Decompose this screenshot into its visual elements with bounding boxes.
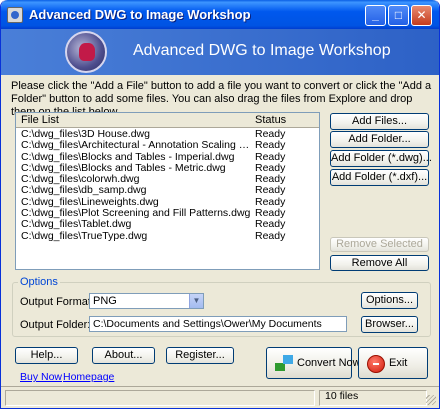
resize-grip-icon[interactable] xyxy=(426,395,436,405)
status-panel-main xyxy=(5,390,315,406)
remove-selected-button[interactable]: Remove Selected xyxy=(330,237,429,252)
file-list[interactable]: File List Status C:\dwg_files\3D House.d… xyxy=(15,112,320,270)
app-icon xyxy=(7,7,23,23)
buy-now-link[interactable]: Buy Now xyxy=(20,371,62,383)
list-row[interactable]: C:\dwg_files\Tablet.dwg Ready xyxy=(16,218,319,231)
options-button[interactable]: Options... xyxy=(361,292,418,309)
maximize-button[interactable]: □ xyxy=(388,5,409,26)
file-path: C:\dwg_files\Tablet.dwg xyxy=(21,219,132,231)
chevron-down-icon[interactable]: ▼ xyxy=(189,294,203,308)
file-path: C:\dwg_files\colorwh.dwg xyxy=(21,174,140,186)
column-header-file-list[interactable]: File List xyxy=(21,114,59,126)
window-title: Advanced DWG to Image Workshop xyxy=(29,7,251,22)
list-body: C:\dwg_files\3D House.dwg Ready C:\dwg_fi… xyxy=(16,128,319,242)
file-count: 10 files xyxy=(325,390,359,402)
exit-label: Exit xyxy=(389,357,408,369)
exit-icon xyxy=(367,355,385,373)
add-files-button[interactable]: Add Files... xyxy=(330,113,429,130)
ink-bottle-icon xyxy=(65,31,107,73)
list-header: File List Status xyxy=(16,113,319,128)
list-row[interactable]: C:\dwg_files\TrueType.dwg Ready xyxy=(16,229,319,242)
file-path: C:\dwg_files\Plot Screening and Fill Pat… xyxy=(21,208,251,220)
output-folder-field[interactable]: C:\Documents and Settings\Ower\My Docume… xyxy=(89,316,347,332)
output-folder-label: Output Folder: xyxy=(20,319,91,331)
file-path: C:\dwg_files\Blocks and Tables - Metric.… xyxy=(21,162,226,174)
file-path: C:\dwg_files\Lineweights.dwg xyxy=(21,196,159,208)
close-button[interactable]: ✕ xyxy=(411,5,432,26)
output-format-label: Output Format: xyxy=(20,296,94,308)
remove-all-button[interactable]: Remove All xyxy=(330,255,429,271)
file-path: C:\dwg_files\3D House.dwg xyxy=(21,129,150,140)
app-window: Advanced DWG to Image Workshop _ □ ✕ Adv… xyxy=(0,0,440,409)
convert-now-button[interactable]: Convert Now xyxy=(266,347,361,379)
convert-now-label: Convert Now xyxy=(297,357,361,369)
file-status: Ready xyxy=(255,218,286,231)
title-bar[interactable]: Advanced DWG to Image Workshop _ □ ✕ xyxy=(1,0,439,29)
add-folder-button[interactable]: Add Folder... xyxy=(330,131,429,148)
file-status: Ready xyxy=(255,229,286,242)
list-row[interactable]: C:\dwg_files\Architectural - Annotation … xyxy=(16,139,319,152)
add-folder-dwg-button[interactable]: Add Folder (*.dwg)... xyxy=(330,150,432,167)
banner-title: Advanced DWG to Image Workshop xyxy=(133,42,391,59)
file-path: C:\dwg_files\Blocks and Tables - Imperia… xyxy=(21,151,235,163)
column-header-status[interactable]: Status xyxy=(255,114,286,126)
add-folder-dxf-button[interactable]: Add Folder (*.dxf)... xyxy=(330,169,429,186)
status-bar: 10 files xyxy=(1,386,439,408)
output-format-select[interactable]: PNG ▼ xyxy=(89,293,204,309)
header-banner: Advanced DWG to Image Workshop xyxy=(1,29,439,75)
homepage-link[interactable]: Homepage xyxy=(63,371,114,383)
register-button[interactable]: Register... xyxy=(166,347,234,364)
convert-icon xyxy=(275,355,293,373)
file-status: Ready xyxy=(255,139,286,152)
file-path: C:\dwg_files\TrueType.dwg xyxy=(21,230,148,242)
options-group-label: Options xyxy=(18,276,60,288)
minimize-button[interactable]: _ xyxy=(365,5,386,26)
output-format-value: PNG xyxy=(93,295,117,307)
about-button[interactable]: About... xyxy=(92,347,155,364)
file-path: C:\dwg_files\db_samp.dwg xyxy=(21,185,147,197)
exit-button[interactable]: Exit xyxy=(358,347,428,379)
file-path: C:\dwg_files\Architectural - Annotation … xyxy=(21,140,253,152)
help-button[interactable]: Help... xyxy=(15,347,78,364)
browse-button[interactable]: Browser... xyxy=(361,316,418,333)
